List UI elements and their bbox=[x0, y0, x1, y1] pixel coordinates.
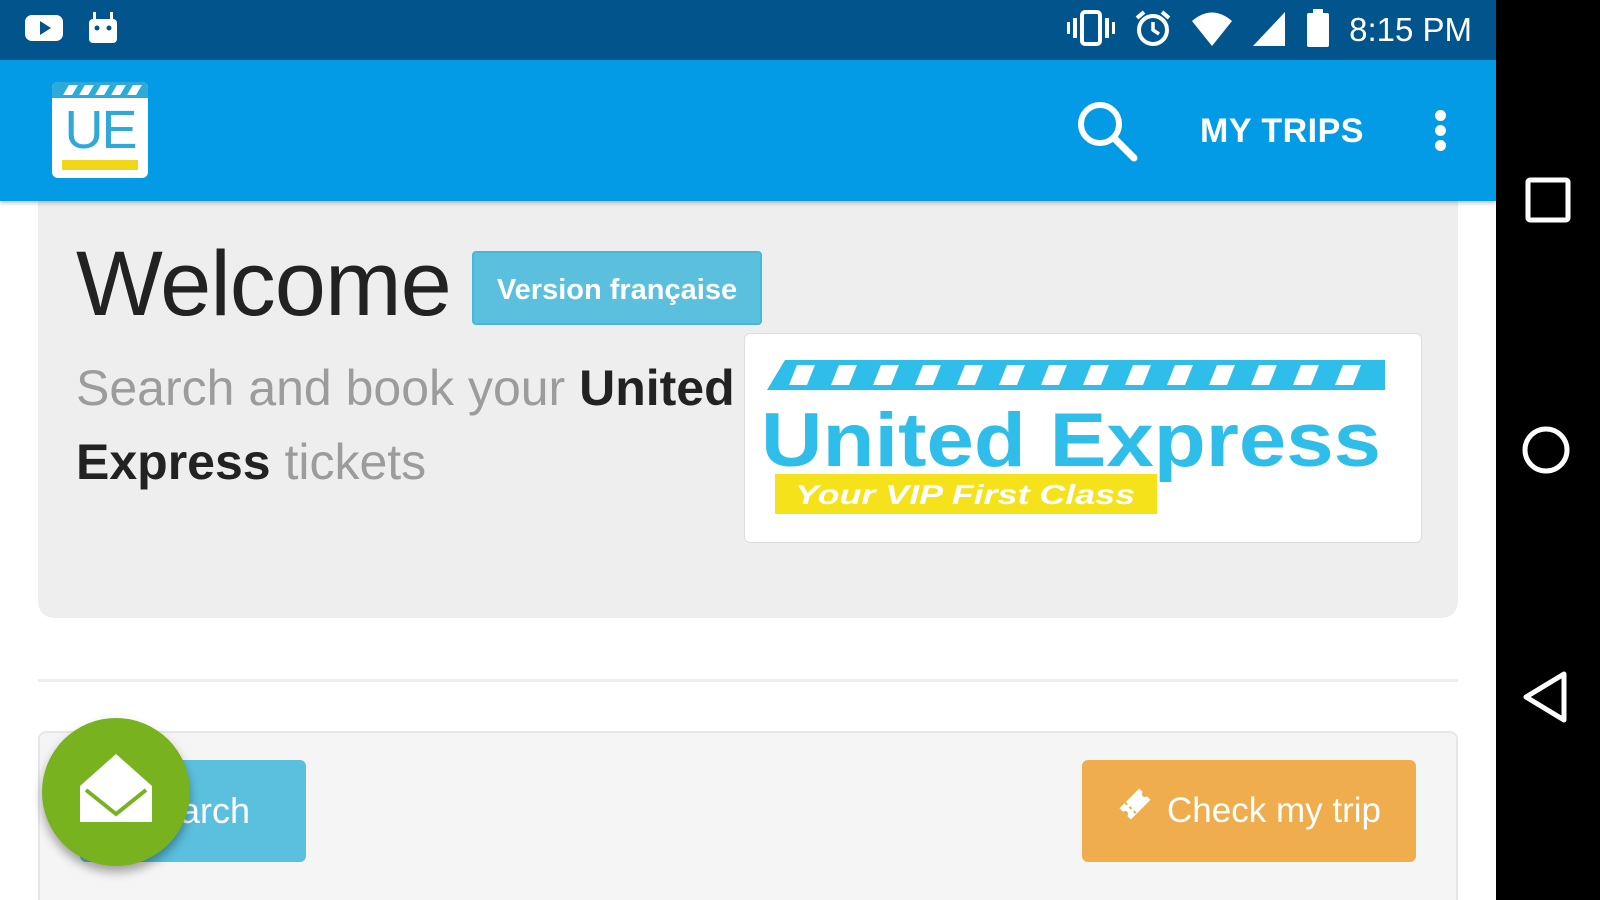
search-icon bbox=[1074, 102, 1140, 168]
overflow-dot bbox=[1435, 140, 1446, 151]
welcome-jumbotron: Welcome Version française Search and boo… bbox=[38, 201, 1458, 618]
back-button[interactable] bbox=[1520, 670, 1578, 728]
search-button[interactable] bbox=[1074, 98, 1140, 164]
android-nav-bar bbox=[1496, 0, 1600, 900]
overflow-dot bbox=[1435, 125, 1446, 136]
battery-icon bbox=[1305, 8, 1331, 53]
logo-underline bbox=[62, 160, 138, 170]
lead-text: Search and book your bbox=[76, 360, 580, 416]
ticket-icon bbox=[1117, 760, 1153, 862]
status-bar: 8:15 PM bbox=[0, 0, 1496, 60]
back-icon bbox=[1520, 671, 1578, 732]
wifi-icon bbox=[1191, 8, 1233, 53]
youtube-icon bbox=[24, 10, 64, 51]
contact-fab-button[interactable] bbox=[42, 718, 190, 866]
android-icon bbox=[86, 10, 120, 51]
actions-panel: Search Check my trip bbox=[38, 731, 1458, 900]
recents-button[interactable] bbox=[1520, 172, 1578, 230]
alarm-icon bbox=[1133, 8, 1173, 53]
overflow-menu-button[interactable] bbox=[1422, 100, 1460, 160]
brand-name: United Express bbox=[761, 398, 1381, 483]
logo-stripe bbox=[52, 82, 148, 98]
section-divider bbox=[38, 679, 1458, 682]
recents-icon bbox=[1520, 177, 1578, 234]
logo-letters: UE bbox=[64, 100, 137, 160]
my-trips-button[interactable]: MY TRIPS bbox=[1200, 108, 1364, 154]
french-version-button[interactable]: Version française bbox=[472, 251, 762, 325]
check-my-trip-label: Check my trip bbox=[1167, 791, 1381, 830]
open-envelope-icon bbox=[42, 754, 190, 870]
lead-text-end: tickets bbox=[270, 434, 427, 490]
main-content: Welcome Version française Search and boo… bbox=[0, 201, 1496, 900]
brand-logo-graphic: United Express Your VIP First Class bbox=[761, 360, 1385, 514]
home-icon bbox=[1520, 426, 1578, 482]
app-logo[interactable]: UE bbox=[52, 82, 148, 178]
page-title: Welcome bbox=[76, 233, 452, 335]
check-my-trip-button[interactable]: Check my trip bbox=[1082, 760, 1416, 862]
status-time: 8:15 PM bbox=[1349, 11, 1472, 48]
signal-icon bbox=[1251, 8, 1287, 53]
united-express-logo: United Express Your VIP First Class bbox=[744, 333, 1422, 543]
app-screen: 8:15 PM UE MY TRIPS Welcome Version fran… bbox=[0, 0, 1496, 900]
vibrate-icon bbox=[1067, 8, 1116, 53]
brand-tagline: Your VIP First Class bbox=[795, 479, 1135, 510]
home-button[interactable] bbox=[1520, 420, 1578, 478]
app-bar: UE MY TRIPS bbox=[0, 60, 1496, 201]
welcome-lead: Search and book your United Express tick… bbox=[76, 351, 736, 499]
overflow-menu-icon bbox=[1435, 110, 1446, 121]
